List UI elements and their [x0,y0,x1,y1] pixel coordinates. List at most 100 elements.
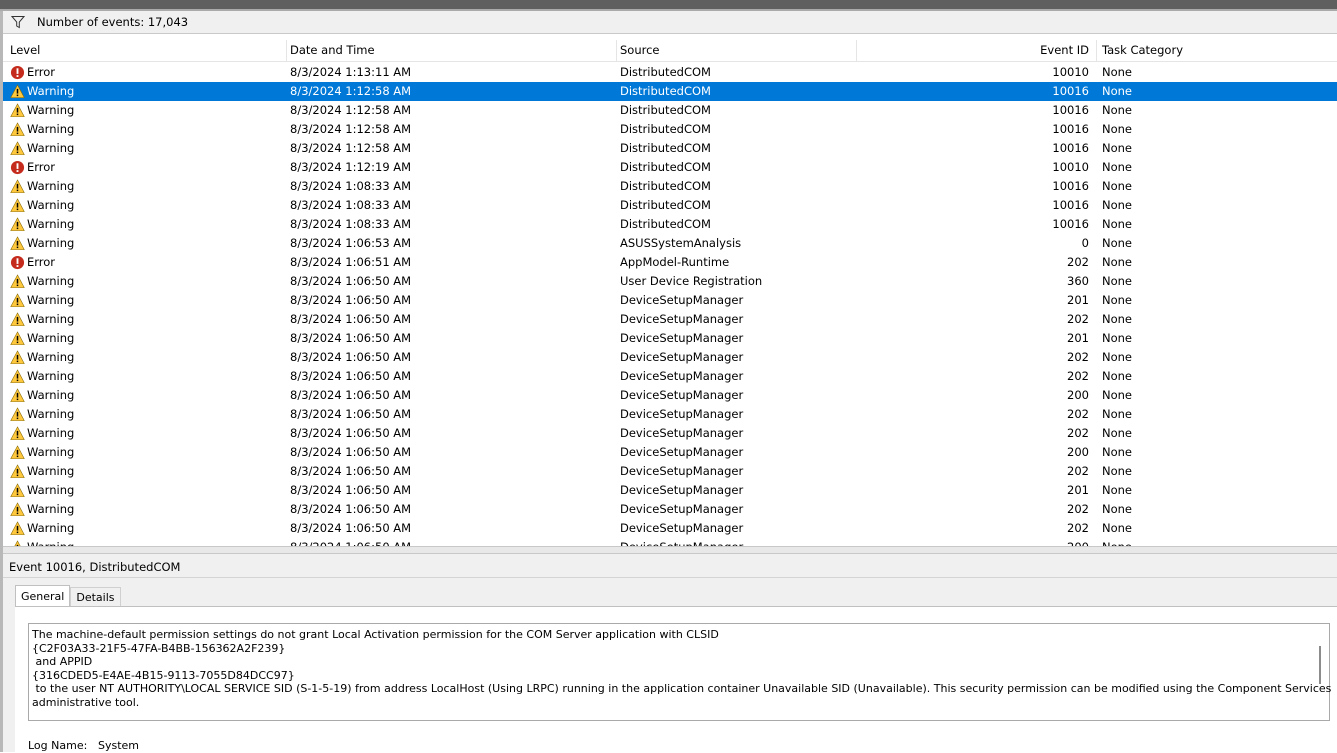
table-row[interactable]: Warning 8/3/2024 1:06:50 AM DeviceSetupMan… [3,462,1337,481]
cell-event-id: 200 [1003,538,1089,546]
tab-general[interactable]: General [15,585,71,606]
level-text: Warning [27,483,75,497]
table-row[interactable]: Warning 8/3/2024 1:06:50 AM DeviceSetupMan… [3,348,1337,367]
level-text: Warning [27,179,75,193]
cell-date: 8/3/2024 1:06:50 AM [290,350,412,364]
column-header-level[interactable]: Level [3,40,287,61]
event-detail-title: Event 10016, DistributedCOM [9,560,181,574]
cell-task-category: None [1102,255,1133,269]
cell-level: Warning [10,538,280,546]
cell-level: Warning [10,386,280,405]
column-header-event-id[interactable]: Event ID [857,40,1097,61]
cell-source: DistributedCOM [620,179,711,193]
warning-icon [10,369,25,383]
table-row[interactable]: Warning 8/3/2024 1:06:50 AM DeviceSetupMan… [3,481,1337,500]
event-rows: Error 8/3/2024 1:13:11 AM DistributedCOM 10… [3,63,1337,546]
cell-date: 8/3/2024 1:08:33 AM [290,179,412,193]
table-row[interactable]: Warning 8/3/2024 1:06:50 AM User Device Re… [3,272,1337,291]
table-row[interactable]: Warning 8/3/2024 1:06:50 AM DeviceSetupMan… [3,519,1337,538]
cell-event-id: 202 [1067,521,1089,535]
level-text: Error [27,160,56,174]
cell-date: 8/3/2024 1:06:50 AM [290,274,412,288]
table-row[interactable]: Warning 8/3/2024 1:06:50 AM DeviceSetupMan… [3,500,1337,519]
pane-splitter[interactable] [3,546,1337,554]
table-row[interactable]: Warning 8/3/2024 1:08:33 AM DistributedCOM… [3,196,1337,215]
table-row[interactable]: Warning 8/3/2024 1:06:50 AM DeviceSetupMan… [3,386,1337,405]
table-row[interactable]: Warning 8/3/2024 1:06:50 AM DeviceSetupMan… [3,538,1337,546]
cell-task-category: None [1102,521,1133,535]
cell-event-id: 202 [1067,464,1089,478]
cell-source: DistributedCOM [620,160,711,174]
cell-date: 8/3/2024 1:12:58 AM [290,84,412,98]
warning-icon [10,445,25,459]
table-row[interactable]: Warning 8/3/2024 1:12:58 AM DistributedCOM… [3,82,1337,101]
table-row[interactable]: Warning 8/3/2024 1:12:58 AM DistributedCOM… [3,120,1337,139]
filter-funnel-icon[interactable] [11,15,25,29]
warning-icon [10,198,25,212]
cell-source: DeviceSetupManager [620,426,744,440]
cell-date: 8/3/2024 1:06:50 AM [290,407,412,421]
cell-event-id: 10010 [1052,65,1089,79]
level-text: Warning [27,521,75,535]
column-header-level-label: Level [10,43,41,57]
table-row[interactable]: Warning 8/3/2024 1:06:50 AM DeviceSetupMan… [3,405,1337,424]
table-row[interactable]: Error 8/3/2024 1:13:11 AM DistributedCOM 10… [3,63,1337,82]
table-row[interactable]: Warning 8/3/2024 1:06:53 AM ASUSSystemAnal… [3,234,1337,253]
error-icon [10,160,25,175]
cell-date: 8/3/2024 1:06:50 AM [290,293,412,307]
table-row[interactable]: Warning 8/3/2024 1:06:50 AM DeviceSetupMan… [3,424,1337,443]
warning-icon [10,407,25,421]
cell-event-id: 10016 [1052,179,1089,193]
tab-details[interactable]: Details [70,587,121,607]
cell-task-category: None [1102,84,1133,98]
column-header-source[interactable]: Source [617,40,857,61]
event-description-box[interactable]: The machine-default permission settings … [28,623,1332,721]
cell-level: Error [10,158,280,177]
table-row[interactable]: Warning 8/3/2024 1:06:50 AM DeviceSetupMan… [3,291,1337,310]
cell-date: 8/3/2024 1:06:51 AM [290,255,412,269]
cell-level: Warning [10,310,280,329]
level-text: Warning [27,331,75,345]
table-row[interactable]: Warning 8/3/2024 1:12:58 AM DistributedCOM… [3,139,1337,158]
warning-icon [10,388,25,402]
table-row[interactable]: Warning 8/3/2024 1:08:33 AM DistributedCOM… [3,215,1337,234]
cell-source: DeviceSetupManager [620,445,744,459]
column-header-date[interactable]: Date and Time [287,40,617,61]
cell-date: 8/3/2024 1:06:50 AM [290,369,412,383]
cell-source: DistributedCOM [620,65,711,79]
table-row[interactable]: Warning 8/3/2024 1:06:50 AM DeviceSetupMan… [3,329,1337,348]
table-row[interactable]: Warning 8/3/2024 1:06:50 AM DeviceSetupMan… [3,367,1337,386]
cell-date: 8/3/2024 1:06:50 AM [290,331,412,345]
level-text: Warning [27,141,75,155]
table-row[interactable]: Warning 8/3/2024 1:06:50 AM DeviceSetupMan… [3,443,1337,462]
description-scrollbar[interactable] [1319,646,1321,684]
cell-source: DistributedCOM [620,122,711,136]
level-text: Warning [27,445,75,459]
level-text: Warning [27,407,75,421]
cell-task-category: None [1102,426,1133,440]
description-line: to the user NT AUTHORITY\LOCAL SERVICE S… [32,682,1332,696]
level-text: Warning [27,426,75,440]
table-row[interactable]: Warning 8/3/2024 1:06:50 AM DeviceSetupMan… [3,310,1337,329]
table-row[interactable]: Error 8/3/2024 1:06:51 AM AppModel-Runtime… [3,253,1337,272]
level-text: Warning [27,502,75,516]
cell-source: AppModel-Runtime [620,255,730,269]
cell-date: 8/3/2024 1:12:58 AM [290,122,412,136]
warning-icon [10,293,25,307]
cell-date: 8/3/2024 1:12:58 AM [290,103,412,117]
events-list-view[interactable]: Level Date and Time Source Event ID Task… [3,40,1337,546]
cell-event-id: 10016 [1052,141,1089,155]
warning-icon [10,274,25,288]
detail-title-divider [3,577,1337,578]
warning-icon [10,217,25,231]
cell-level: Warning [10,272,280,291]
general-tab-panel: The machine-default permission settings … [15,606,1337,753]
cell-source: DeviceSetupManager [620,388,744,402]
column-header-task-category[interactable]: Task Category [1097,40,1337,61]
cell-task-category: None [1102,464,1133,478]
cell-source: DeviceSetupManager [620,312,744,326]
cell-task-category: None [1102,141,1133,155]
table-row[interactable]: Error 8/3/2024 1:12:19 AM DistributedCOM 10… [3,158,1337,177]
table-row[interactable]: Warning 8/3/2024 1:08:33 AM DistributedCOM… [3,177,1337,196]
table-row[interactable]: Warning 8/3/2024 1:12:58 AM DistributedCOM… [3,101,1337,120]
